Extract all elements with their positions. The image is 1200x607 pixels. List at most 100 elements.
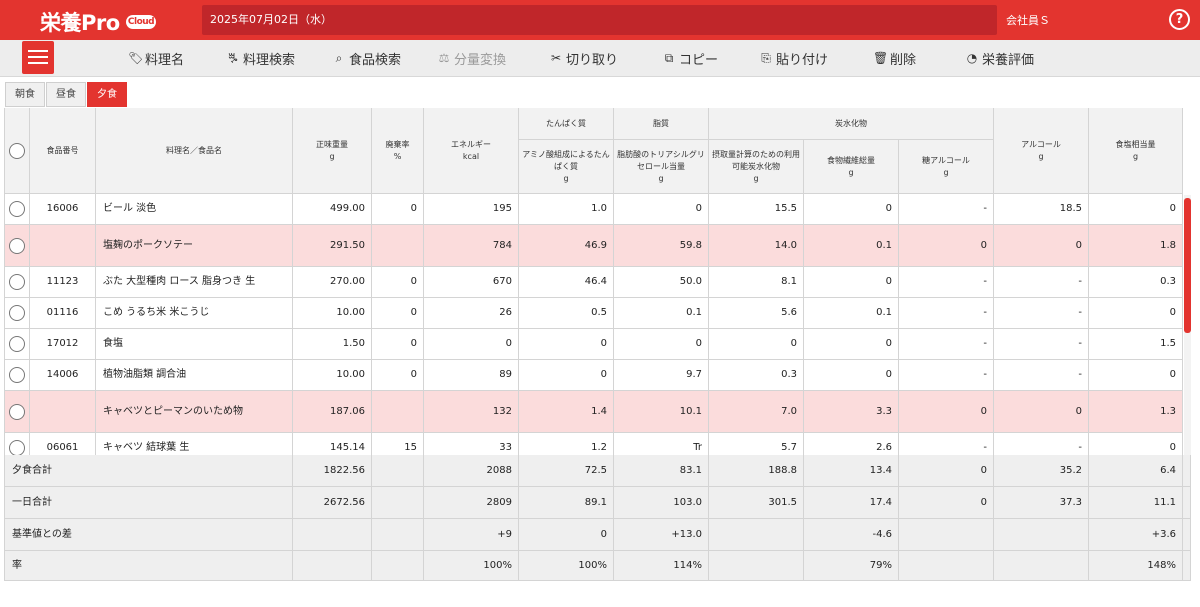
cell-alcohol: 0 xyxy=(994,391,1089,433)
select-all-radio[interactable] xyxy=(9,143,25,159)
cell-protein: 0 xyxy=(519,360,614,391)
row-radio-icon[interactable] xyxy=(9,440,25,455)
header-carb-group: 炭水化物 xyxy=(709,108,994,140)
menu-icon[interactable] xyxy=(22,41,54,74)
cell-weight: 1.50 xyxy=(293,329,372,360)
cloud-badge: Cloud xyxy=(126,15,156,29)
header-energy: エネルギー kcal xyxy=(424,108,519,194)
toolbar-button-label: 切り取り xyxy=(566,52,619,68)
row-select-cell[interactable] xyxy=(4,194,30,225)
cell-name: ぶた 大型種肉 ロース 脂身つき 生 xyxy=(96,267,293,298)
toolbar-paste-button[interactable]: ⎘ 貼り付け xyxy=(759,48,828,68)
cell-alcohol: - xyxy=(994,329,1089,360)
toolbar-tag-button[interactable]: 🏷 料理名 xyxy=(128,48,184,68)
cell-energy: 89 xyxy=(424,360,519,391)
footer-energy: 2088 xyxy=(424,455,519,487)
cell-fat: 59.8 xyxy=(614,225,709,267)
header-weight-label: 正味重量 xyxy=(316,139,348,149)
footer-salt: 11.1 xyxy=(1089,487,1183,519)
footer-weight: 1822.56 xyxy=(293,455,372,487)
cell-no: 11123 xyxy=(30,267,96,298)
cell-carb: 15.5 xyxy=(709,194,804,225)
cell-sugar_alcohol: - xyxy=(899,298,994,329)
help-icon[interactable]: ? xyxy=(1169,9,1190,30)
cell-fiber: 3.3 xyxy=(804,391,899,433)
toolbar-cutlery-button[interactable]: ꔨ 料理検索 xyxy=(226,48,295,68)
date-display[interactable]: 2025年07月02日（水） xyxy=(202,5,997,35)
header-name: 料理名／食品名 xyxy=(96,108,293,194)
header-salt: 食塩相当量 g xyxy=(1089,108,1183,194)
cell-no xyxy=(30,391,96,433)
footer-sugar_alcohol: 0 xyxy=(899,487,994,519)
toolbar-trash-button[interactable]: 🗑 削除 xyxy=(873,48,916,68)
cell-name: こめ うるち米 米こうじ xyxy=(96,298,293,329)
cell-alcohol: - xyxy=(994,433,1089,455)
cell-alcohol: - xyxy=(994,267,1089,298)
header-food-no-label: 食品番号 xyxy=(46,145,79,155)
cell-weight: 270.00 xyxy=(293,267,372,298)
header-energy-label: エネルギー xyxy=(451,139,491,149)
cell-sugar_alcohol: - xyxy=(899,433,994,455)
cell-carb: 0.3 xyxy=(709,360,804,391)
tab-meal-1[interactable]: 昼食 xyxy=(46,82,86,107)
row-radio-icon[interactable] xyxy=(9,201,25,217)
cell-fat: Tr xyxy=(614,433,709,455)
toolbar-scissors-button[interactable]: ✂ 切り取り xyxy=(549,48,618,68)
tab-meal-0[interactable]: 朝食 xyxy=(5,82,45,107)
footer-waste xyxy=(372,519,424,551)
row-select-cell[interactable] xyxy=(4,329,30,360)
row-radio-icon[interactable] xyxy=(9,305,25,321)
cell-waste: 0 xyxy=(372,298,424,329)
toolbar-button-label: 料理検索 xyxy=(243,52,296,68)
row-select-cell[interactable] xyxy=(4,298,30,329)
cell-carb: 5.6 xyxy=(709,298,804,329)
cell-no: 14006 xyxy=(30,360,96,391)
scrollbar-thumb[interactable] xyxy=(1184,198,1191,333)
row-radio-icon[interactable] xyxy=(9,237,25,254)
cell-sugar_alcohol: 0 xyxy=(899,225,994,267)
cell-carb: 5.7 xyxy=(709,433,804,455)
row-radio-icon[interactable] xyxy=(9,367,25,383)
toolbar-pie-chart-button[interactable]: ◔ 栄養評価 xyxy=(965,48,1034,68)
row-select-cell[interactable] xyxy=(4,360,30,391)
header-sugar-alcohol: 糖アルコール g xyxy=(899,140,994,194)
toolbar-copy-button[interactable]: ⧉ コピー xyxy=(662,48,718,68)
row-radio-icon[interactable] xyxy=(9,336,25,352)
header-name-label: 料理名／食品名 xyxy=(166,145,222,155)
footer-fiber: 17.4 xyxy=(804,487,899,519)
row-select-cell[interactable] xyxy=(4,433,30,455)
cell-energy: 195 xyxy=(424,194,519,225)
row-radio-icon[interactable] xyxy=(9,274,25,290)
footer-salt: 148% xyxy=(1089,551,1183,581)
footer-alcohol: 35.2 xyxy=(994,455,1089,487)
footer-label: 基準値との差 xyxy=(4,519,293,551)
header-alcohol-unit: g xyxy=(1038,151,1044,161)
tab-meal-2[interactable]: 夕食 xyxy=(87,82,127,107)
toolbar-search-button[interactable]: ⌕ 食品検索 xyxy=(332,48,401,68)
footer-pad xyxy=(1183,487,1191,519)
cell-carb: 8.1 xyxy=(709,267,804,298)
cell-salt: 0 xyxy=(1089,194,1183,225)
cell-waste: 15 xyxy=(372,433,424,455)
header-select-all xyxy=(4,108,30,194)
header-fiber-label: 食物繊維総量 xyxy=(827,155,875,165)
cell-energy: 784 xyxy=(424,225,519,267)
footer-sugar_alcohol xyxy=(899,551,994,581)
header-fiber-unit: g xyxy=(848,167,854,177)
cell-energy: 670 xyxy=(424,267,519,298)
cell-carb: 7.0 xyxy=(709,391,804,433)
cell-protein: 46.4 xyxy=(519,267,614,298)
cell-waste: 0 xyxy=(372,194,424,225)
header-weight-unit: g xyxy=(329,151,335,161)
row-select-cell[interactable] xyxy=(4,391,30,433)
cell-salt: 0 xyxy=(1089,433,1183,455)
header-fat-group-label: 脂質 xyxy=(653,118,669,128)
footer-fiber: -4.6 xyxy=(804,519,899,551)
cell-name: ビール 淡色 xyxy=(96,194,293,225)
cell-no: 17012 xyxy=(30,329,96,360)
cell-protein: 0 xyxy=(519,329,614,360)
row-select-cell[interactable] xyxy=(4,225,30,267)
footer-energy: 100% xyxy=(424,551,519,581)
row-select-cell[interactable] xyxy=(4,267,30,298)
row-radio-icon[interactable] xyxy=(9,403,25,420)
